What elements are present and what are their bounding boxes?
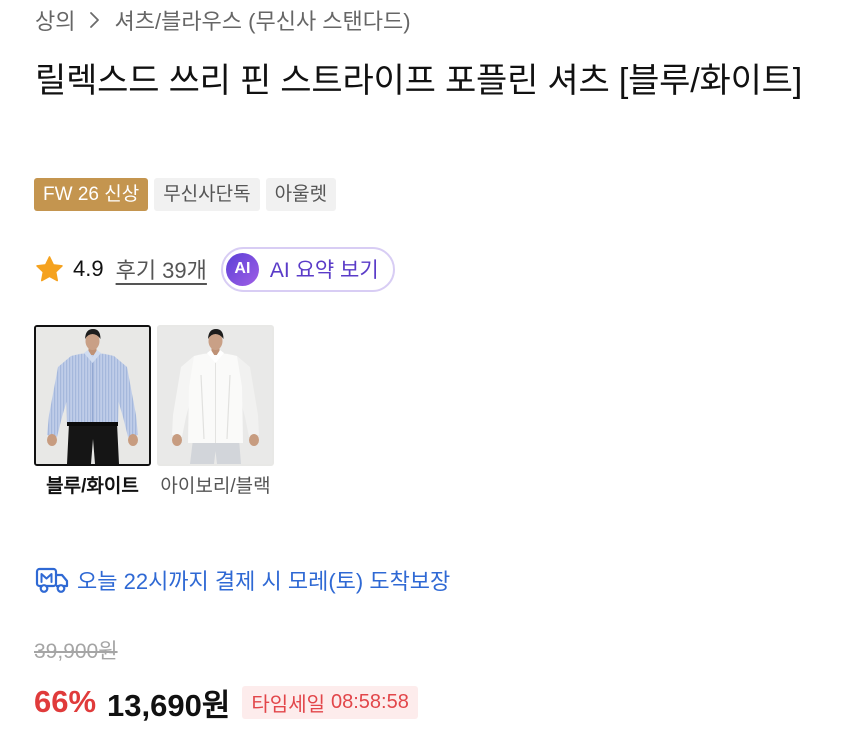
chevron-right-icon: [89, 11, 100, 29]
badge-exclusive: 무신사단독: [154, 178, 260, 211]
delivery-text: 오늘 22시까지 결제 시 모레(토) 도착보장: [77, 569, 451, 594]
sale-price-row: 66% 13,690원 타임세일 08:58:58: [34, 682, 418, 723]
color-option-label: 블루/화이트: [46, 476, 139, 497]
ai-summary-label: AI 요약 보기: [269, 259, 379, 282]
product-badges: FW 26 신상 무신사단독 아울렛: [34, 178, 337, 211]
rating-score: 4.9: [73, 256, 104, 281]
color-option-blue-white[interactable]: 블루/화이트: [34, 325, 151, 501]
model-photo-white-shirt: [159, 327, 272, 464]
sale-price: 13,690원: [107, 687, 231, 723]
color-option-ivory-black[interactable]: 아이보리/블랙: [157, 325, 274, 501]
badge-outlet: 아울렛: [265, 178, 337, 211]
model-photo-blue-shirt: [36, 327, 149, 464]
timesale-countdown: 08:58:58: [331, 690, 409, 713]
breadcrumb: 상의 셔츠/블라우스 (무신사 스탠다드): [35, 5, 411, 35]
breadcrumb-subcategory-link[interactable]: 셔츠/블라우스 (무신사 스탠다드): [114, 4, 410, 36]
star-icon: [34, 254, 65, 285]
product-title: 릴렉스드 쓰리 핀 스트라이프 포플린 셔츠 [블루/화이트]: [35, 62, 802, 100]
delivery-truck-icon: [35, 565, 69, 595]
badge-new-season: FW 26 신상: [34, 178, 149, 211]
ai-badge-icon: AI: [225, 252, 259, 286]
color-option-label: 아이보리/블랙: [160, 476, 271, 497]
timesale-label: 타임세일: [251, 693, 325, 716]
review-count-link[interactable]: 후기 39개: [116, 253, 207, 285]
breadcrumb-category-link[interactable]: 상의: [35, 4, 75, 36]
color-options: 블루/화이트 아이보리/블랙: [34, 325, 274, 501]
product-thumbnail-ivory-black[interactable]: [157, 325, 274, 466]
ai-summary-button[interactable]: AI AI 요약 보기: [220, 246, 395, 292]
rating-row: 4.9 후기 39개 AI AI 요약 보기: [34, 246, 395, 292]
delivery-guarantee: 오늘 22시까지 결제 시 모레(토) 도착보장: [35, 563, 450, 597]
product-thumbnail-blue-white[interactable]: [34, 325, 151, 466]
discount-rate: 66%: [34, 684, 97, 719]
timesale-badge: 타임세일 08:58:58: [242, 685, 418, 719]
original-price: 39,900원: [34, 640, 118, 663]
